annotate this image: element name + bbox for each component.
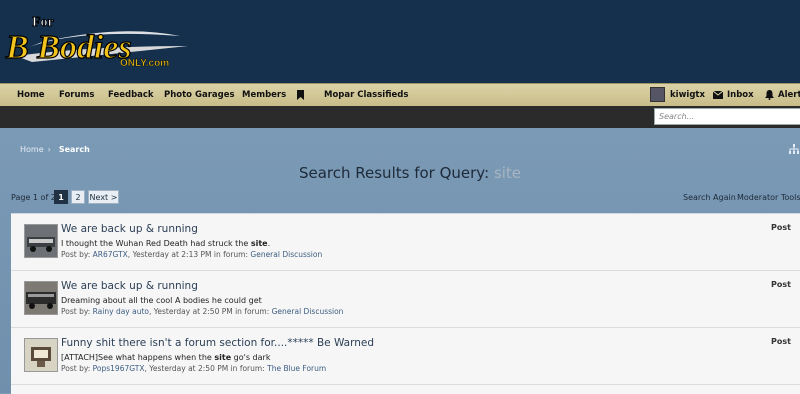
alerts-link[interactable]: Alerts (765, 84, 800, 106)
page-title: Search Results for Query: site (0, 164, 800, 182)
moderator-tools-menu[interactable]: Moderator Tools ▾ (737, 193, 800, 202)
page-title-prefix: Search Results for Query: (298, 164, 490, 182)
author-link[interactable]: Rainy day auto (93, 307, 149, 316)
bell-icon (765, 89, 774, 100)
nav-forums[interactable]: Forums (59, 84, 94, 106)
snippet-text: [ATTACH]See what happens when the (61, 353, 215, 362)
post-time: , Yesterday at 2:13 PM in forum: (127, 250, 251, 259)
author-link[interactable]: Pops1967GTX (93, 364, 145, 373)
forum-link[interactable]: General Discussion (250, 250, 322, 259)
result-meta: Post by: Pops1967GTX, Yesterday at 2:50 … (61, 364, 326, 373)
page-count-label: Page 1 of 2 (11, 193, 56, 202)
result-type: Post (771, 337, 791, 346)
meta-prefix: Post by: (61, 250, 93, 259)
result-meta: Post by: Rainy day auto, Yesterday at 2:… (61, 307, 343, 316)
main-nav: Home Forums Feedback Photo Garages Membe… (0, 83, 800, 107)
svg-text:For: For (32, 15, 54, 30)
page-1-button[interactable]: 1 (54, 190, 68, 204)
result-snippet: I thought the Wuhan Red Death had struck… (61, 239, 270, 248)
svg-text:ONLY.com: ONLY.com (120, 58, 169, 69)
sitemap-icon[interactable] (789, 144, 800, 155)
snippet-text: . (267, 239, 271, 248)
svg-text:B Bodies: B Bodies (5, 29, 132, 66)
envelope-icon (713, 90, 723, 99)
inbox-label: Inbox (727, 90, 754, 100)
page-2-button[interactable]: 2 (71, 190, 85, 204)
breadcrumb: Home › Search (20, 145, 90, 154)
alerts-label: Alerts (778, 90, 800, 100)
search-results: We are back up & running I thought the W… (11, 213, 800, 394)
breadcrumb-separator: › (47, 145, 51, 154)
snippet-highlight: site (250, 239, 268, 248)
breadcrumb-home[interactable]: Home (20, 145, 44, 154)
result-avatar[interactable] (24, 281, 58, 315)
nav-members[interactable]: Members (242, 84, 286, 106)
post-time: , Yesterday at 2:50 PM in forum: (144, 364, 268, 373)
search-input[interactable]: Search... (654, 108, 800, 125)
username: kiwigtx (670, 90, 705, 100)
author-link[interactable]: AR67GTX (93, 250, 128, 259)
nav-feedback[interactable]: Feedback (108, 84, 154, 106)
user-menu[interactable]: kiwigtx (650, 84, 705, 106)
site-logo[interactable]: For B Bodies ONLY.com (2, 6, 192, 70)
next-page-button[interactable]: Next > (88, 190, 119, 204)
result-row: We are back up & running I thought the W… (11, 214, 800, 271)
result-snippet: Dreaming about all the cool A bodies he … (61, 296, 262, 305)
nav-photo-garages[interactable]: Photo Garages (164, 84, 235, 106)
forum-link[interactable]: The Blue Forum (267, 364, 326, 373)
search-query: site (493, 164, 522, 182)
breadcrumb-current[interactable]: Search (59, 145, 90, 154)
search-again-link[interactable]: Search Again (683, 193, 736, 202)
result-row: Funny shit there isn't a forum section f… (11, 328, 800, 385)
snippet-text: Dreaming about all the cool A bodies he … (61, 296, 262, 305)
result-row: We are back up & running Dreaming about … (11, 271, 800, 328)
snippet-text: go's dark (231, 353, 271, 362)
result-avatar[interactable] (24, 338, 58, 372)
nav-mopar-classifieds[interactable]: Mopar Classifieds (324, 84, 408, 106)
result-snippet: [ATTACH]See what happens when the site g… (61, 353, 270, 362)
result-title[interactable]: We are back up & running (61, 280, 198, 292)
bookmark-icon[interactable] (297, 84, 304, 106)
post-time: , Yesterday at 2:50 PM in forum: (149, 307, 272, 316)
result-type: Post (771, 280, 791, 289)
result-title[interactable]: We are back up & running (61, 223, 198, 235)
result-type: Post (771, 223, 791, 232)
site-header: For B Bodies ONLY.com (0, 0, 800, 83)
meta-prefix: Post by: (61, 364, 93, 373)
avatar (650, 87, 665, 102)
result-avatar[interactable] (24, 224, 58, 258)
forum-link[interactable]: General Discussion (272, 307, 344, 316)
meta-prefix: Post by: (61, 307, 93, 316)
result-title[interactable]: Funny shit there isn't a forum section f… (61, 337, 374, 349)
snippet-highlight: site (214, 353, 232, 362)
snippet-text: I thought the Wuhan Red Death had struck… (61, 239, 251, 248)
inbox-link[interactable]: Inbox (713, 84, 754, 106)
result-meta: Post by: AR67GTX, Yesterday at 2:13 PM i… (61, 250, 322, 259)
nav-home[interactable]: Home (17, 84, 45, 106)
